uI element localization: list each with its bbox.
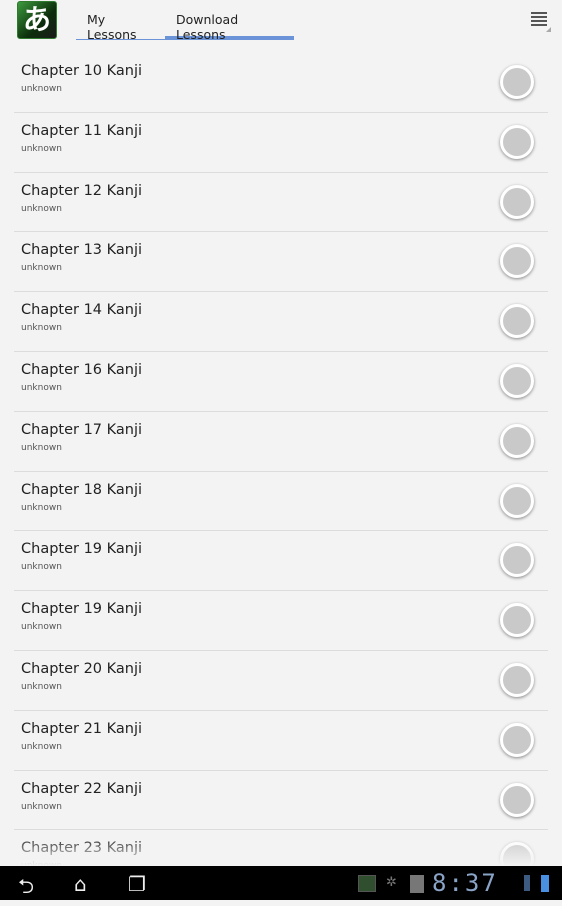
download-button[interactable] xyxy=(500,603,534,638)
scroll-fade xyxy=(0,836,562,866)
screenshot-icon xyxy=(358,875,376,892)
lesson-title: Chapter 21 Kanji xyxy=(21,720,143,737)
download-button[interactable] xyxy=(500,782,534,817)
lesson-subtitle: unknown xyxy=(21,801,62,812)
download-button[interactable] xyxy=(500,244,534,279)
lesson-title: Chapter 17 Kanji xyxy=(21,421,143,438)
lesson-title: Chapter 16 Kanji xyxy=(21,361,143,378)
app-icon[interactable]: あ xyxy=(17,1,57,39)
lesson-title: Chapter 19 Kanji xyxy=(21,601,143,618)
lesson-row[interactable]: Chapter 14 Kanji unknown xyxy=(14,292,548,352)
tab-my-lessons[interactable]: My Lessons xyxy=(76,0,165,42)
lesson-title: Chapter 18 Kanji xyxy=(21,481,143,498)
lesson-row[interactable]: Chapter 19 Kanji unknown xyxy=(14,531,548,592)
download-button[interactable] xyxy=(500,423,534,458)
lesson-title: Chapter 12 Kanji xyxy=(21,182,143,199)
lesson-title: Chapter 14 Kanji xyxy=(21,302,143,319)
lesson-title: Chapter 20 Kanji xyxy=(21,660,143,677)
download-button[interactable] xyxy=(500,722,534,757)
recent-apps-icon[interactable]: ❐ xyxy=(128,872,146,896)
lesson-row[interactable]: Chapter 21 Kanji unknown xyxy=(14,711,548,771)
lesson-title: Chapter 10 Kanji xyxy=(21,63,143,79)
lesson-row[interactable]: Chapter 13 Kanji unknown xyxy=(14,232,548,293)
download-button[interactable] xyxy=(500,662,534,697)
lesson-list[interactable]: Chapter 10 Kanji unknown Chapter 11 Kanj… xyxy=(0,53,562,866)
lesson-subtitle: unknown xyxy=(21,681,62,692)
lesson-title: Chapter 19 Kanji xyxy=(21,541,143,558)
back-icon[interactable]: ⮌ xyxy=(18,872,34,906)
download-button[interactable] xyxy=(500,124,534,159)
signal-icon xyxy=(524,875,530,891)
lesson-row[interactable]: Chapter 12 Kanji unknown xyxy=(14,173,548,233)
lesson-subtitle: unknown xyxy=(21,263,62,274)
clock: 8:37 xyxy=(432,869,498,897)
home-icon[interactable]: ⌂ xyxy=(74,872,87,896)
lesson-title: Chapter 11 Kanji xyxy=(21,122,143,139)
action-bar: あ My Lessons Download Lessons xyxy=(0,0,562,44)
lesson-subtitle: unknown xyxy=(21,203,62,214)
lesson-title: Chapter 13 Kanji xyxy=(21,242,143,259)
tab-download-lessons[interactable]: Download Lessons xyxy=(165,0,294,42)
download-button[interactable] xyxy=(500,184,534,219)
lesson-subtitle: unknown xyxy=(21,562,62,573)
lesson-row[interactable]: Chapter 17 Kanji unknown xyxy=(14,412,548,472)
lesson-title: Chapter 22 Kanji xyxy=(21,780,143,797)
lesson-row[interactable]: Chapter 22 Kanji unknown xyxy=(14,771,548,831)
lesson-subtitle: unknown xyxy=(21,323,62,334)
lesson-subtitle: unknown xyxy=(21,741,62,752)
lesson-subtitle: unknown xyxy=(21,442,62,453)
lesson-subtitle: unknown xyxy=(21,143,62,154)
tab-bar: My Lessons Download Lessons xyxy=(76,0,294,42)
download-button[interactable] xyxy=(500,483,534,518)
lesson-subtitle: unknown xyxy=(21,502,62,513)
lesson-row[interactable]: Chapter 11 Kanji unknown xyxy=(14,113,548,173)
download-button[interactable] xyxy=(500,363,534,398)
lesson-row[interactable]: Chapter 18 Kanji unknown xyxy=(14,472,548,532)
lesson-subtitle: unknown xyxy=(21,622,62,633)
debug-icon: ✲ xyxy=(386,875,397,890)
lesson-row[interactable]: Chapter 16 Kanji unknown xyxy=(14,352,548,412)
lesson-subtitle: unknown xyxy=(21,382,62,393)
download-button[interactable] xyxy=(500,543,534,578)
download-button[interactable] xyxy=(500,304,534,339)
download-button[interactable] xyxy=(500,65,534,99)
overflow-menu-icon[interactable] xyxy=(531,12,551,32)
battery-icon xyxy=(541,875,549,892)
lesson-row[interactable]: Chapter 10 Kanji unknown xyxy=(14,53,548,113)
lesson-row[interactable]: Chapter 19 Kanji unknown xyxy=(14,591,548,651)
sd-card-icon xyxy=(410,875,424,893)
lesson-row[interactable]: Chapter 20 Kanji unknown xyxy=(14,651,548,711)
lesson-subtitle: unknown xyxy=(21,84,62,94)
system-bar: ⮌ ⌂ ❐ ✲ 8:37 xyxy=(0,866,562,900)
